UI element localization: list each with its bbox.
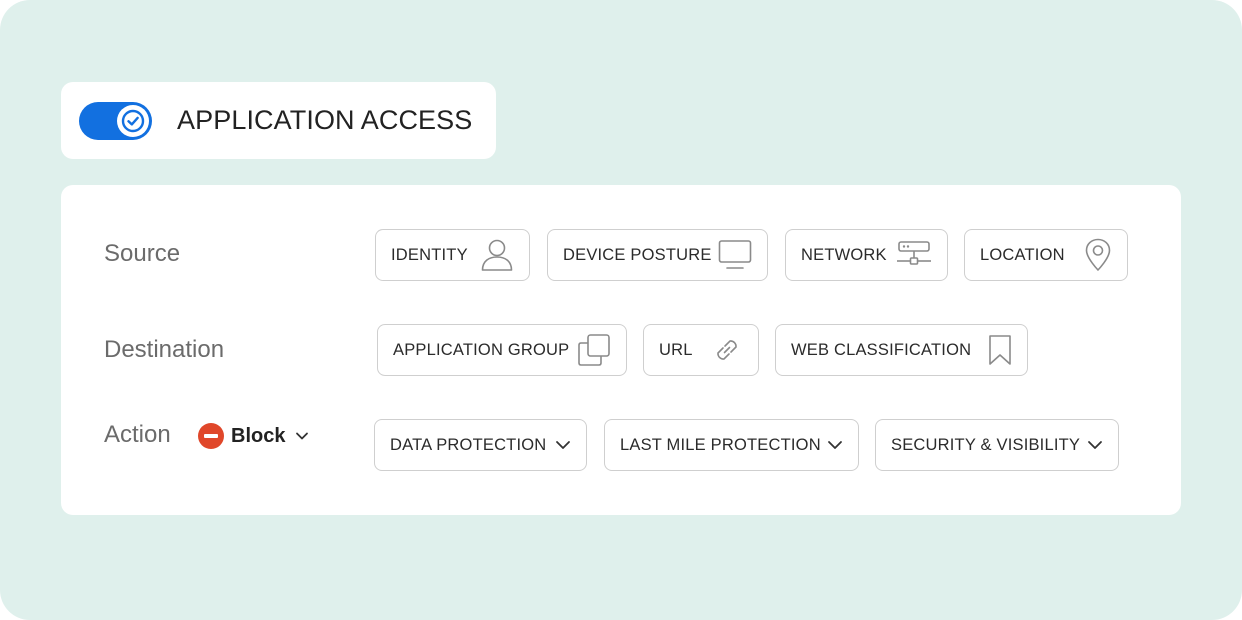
chevron-down-icon: [295, 431, 309, 441]
header-card: APPLICATION ACCESS: [61, 82, 496, 159]
chip-label: NETWORK: [801, 245, 887, 264]
chevron-down-icon: [555, 440, 571, 450]
server-network-icon: [896, 240, 932, 270]
chip-device-posture[interactable]: DEVICE POSTURE: [547, 229, 768, 281]
chip-location[interactable]: LOCATION: [964, 229, 1128, 281]
action-selected-value: Block: [231, 424, 286, 447]
dropdown-label: SECURITY & VISIBILITY: [891, 435, 1081, 454]
dropdown-label: DATA PROTECTION: [390, 435, 547, 454]
action-select[interactable]: Block: [198, 422, 309, 450]
chip-label: URL: [659, 340, 693, 359]
app-background: APPLICATION ACCESS Source IDENTITY DEVIC…: [0, 0, 1242, 620]
chip-label: IDENTITY: [391, 245, 468, 264]
dropdown-data-protection[interactable]: DATA PROTECTION: [374, 419, 587, 471]
monitor-icon: [718, 239, 752, 271]
source-label: Source: [104, 240, 181, 267]
chip-url[interactable]: URL: [643, 324, 759, 376]
bookmark-icon: [988, 334, 1012, 366]
toggle-knob: [117, 104, 149, 137]
stacked-squares-icon: [577, 333, 611, 367]
chip-label: DEVICE POSTURE: [563, 245, 712, 264]
block-icon: [198, 423, 224, 449]
link-icon: [711, 334, 743, 366]
chip-web-classification[interactable]: WEB CLASSIFICATION: [775, 324, 1028, 376]
dropdown-last-mile-protection[interactable]: LAST MILE PROTECTION: [604, 419, 859, 471]
action-label: Action: [104, 421, 171, 448]
chip-label: LOCATION: [980, 245, 1065, 264]
user-icon: [480, 237, 514, 273]
chip-label: WEB CLASSIFICATION: [791, 340, 972, 359]
chip-application-group[interactable]: APPLICATION GROUP: [377, 324, 627, 376]
application-access-toggle[interactable]: [79, 101, 152, 140]
chip-identity[interactable]: IDENTITY: [375, 229, 530, 281]
chip-label: APPLICATION GROUP: [393, 340, 570, 359]
destination-label: Destination: [104, 336, 225, 363]
chevron-down-icon: [827, 440, 843, 450]
check-icon: [121, 109, 145, 132]
map-pin-icon: [1084, 238, 1112, 272]
chip-network[interactable]: NETWORK: [785, 229, 948, 281]
dropdown-label: LAST MILE PROTECTION: [620, 435, 821, 454]
chevron-down-icon: [1087, 440, 1103, 450]
dropdown-security-visibility[interactable]: SECURITY & VISIBILITY: [875, 419, 1119, 471]
policy-card: Source IDENTITY DEVICE POSTURE NETWORK L…: [61, 185, 1181, 515]
page-title: APPLICATION ACCESS: [177, 105, 473, 135]
